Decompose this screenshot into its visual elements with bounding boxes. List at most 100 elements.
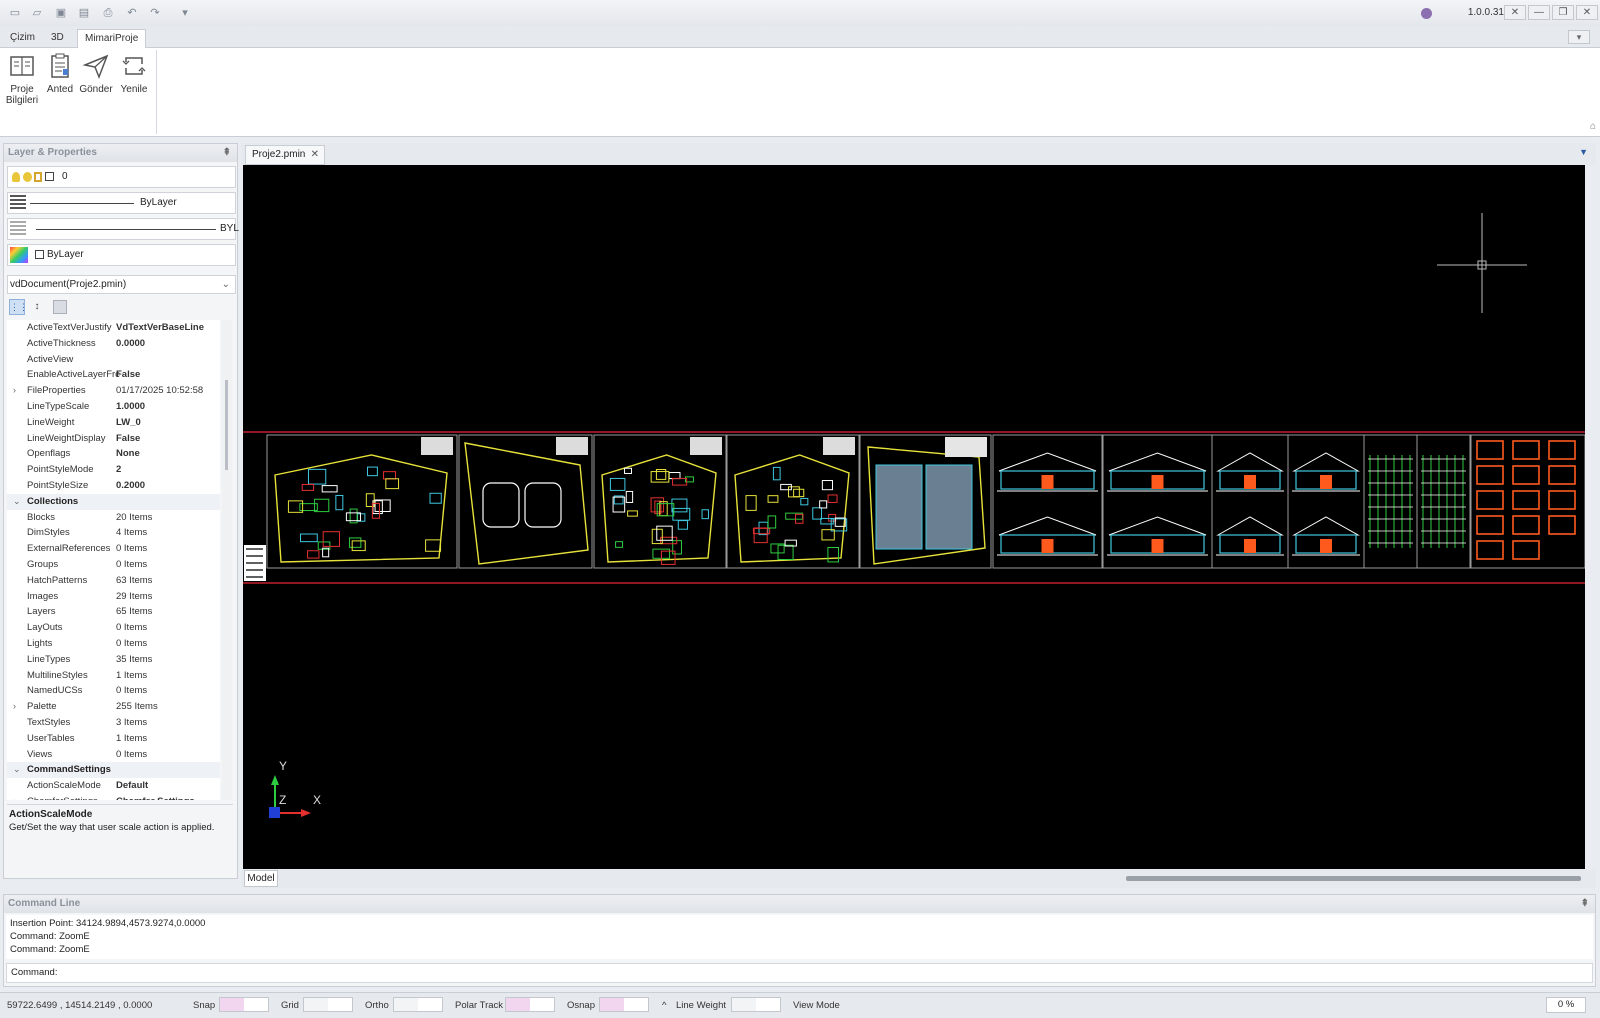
chevron-right-icon[interactable]: ›: [13, 383, 16, 399]
customize-icon[interactable]: ▾: [178, 6, 192, 20]
lineweight-selector[interactable]: BYL: [7, 218, 239, 240]
property-name: ChamferSettings: [27, 794, 98, 800]
property-row[interactable]: NamedUCSs 0 Items: [7, 683, 220, 699]
chevron-down-icon[interactable]: ⌄: [13, 494, 21, 510]
door: [1244, 475, 1256, 489]
property-value: 35 Items: [116, 653, 153, 665]
line-weight-toggle[interactable]: [731, 997, 781, 1012]
property-scrollbar[interactable]: [222, 320, 232, 800]
property-row[interactable]: Views 0 Items: [7, 747, 220, 763]
property-row[interactable]: PointStyleSize 0.2000: [7, 478, 220, 494]
property-row[interactable]: DimStyles 4 Items: [7, 525, 220, 541]
ribbon-options-icon[interactable]: ▾: [1568, 30, 1590, 44]
property-value: 0.0000: [116, 337, 146, 349]
collapse-ribbon-icon[interactable]: ⌂: [1590, 121, 1596, 132]
property-row[interactable]: Layers 65 Items: [7, 604, 220, 620]
polar-track-toggle[interactable]: [505, 997, 555, 1012]
property-row[interactable]: LineTypes 35 Items: [7, 652, 220, 668]
tab-mimariproje[interactable]: MimariProje: [77, 29, 147, 48]
roof-outline: [1216, 452, 1284, 472]
model-tab[interactable]: Model: [244, 870, 278, 887]
property-row[interactable]: › Palette 255 Items: [7, 699, 220, 715]
property-row[interactable]: › FileProperties 01/17/2025 10:52:58: [7, 383, 220, 399]
property-row[interactable]: UserTables 1 Items: [7, 731, 220, 747]
property-row[interactable]: › ChamferSettings Chamfer Settings: [7, 794, 220, 800]
color-swatch: [35, 250, 44, 259]
save-as-icon[interactable]: ▤: [77, 6, 91, 20]
document-tab[interactable]: Proje2.pmin ✕: [245, 145, 325, 165]
tab-cizim[interactable]: Çizim: [3, 29, 42, 48]
save-icon[interactable]: ▣: [54, 6, 68, 20]
chevron-right-icon[interactable]: ›: [13, 699, 16, 715]
property-row[interactable]: Blocks 20 Items: [7, 510, 220, 526]
property-row[interactable]: PointStyleMode 2: [7, 462, 220, 478]
redo-icon[interactable]: ↷: [148, 6, 162, 20]
room-outline: [624, 467, 633, 474]
property-row[interactable]: Groups 0 Items: [7, 557, 220, 573]
snap-toggle[interactable]: [219, 997, 269, 1012]
command-input[interactable]: [63, 965, 1583, 981]
layer-selector[interactable]: 0: [7, 166, 236, 188]
detail-block: [1548, 465, 1576, 485]
property-row[interactable]: LineWeightDisplay False: [7, 431, 220, 447]
chevron-down-icon[interactable]: ⌄: [13, 762, 21, 778]
drawing-canvas[interactable]: Y X Z: [243, 165, 1585, 869]
tab-3d[interactable]: 3D: [44, 29, 71, 48]
sun-icon: [23, 172, 32, 182]
horizontal-scrollbar[interactable]: [1126, 876, 1581, 881]
restore-button[interactable]: ❐: [1552, 5, 1574, 20]
command-pin-icon[interactable]: ⇞: [1581, 895, 1589, 913]
sort-alpha-icon[interactable]: ↕: [29, 299, 45, 315]
print-icon[interactable]: ⎙: [101, 6, 115, 20]
property-row[interactable]: Images 29 Items: [7, 589, 220, 605]
property-row[interactable]: ActionScaleMode Default: [7, 778, 220, 794]
property-name: DimStyles: [27, 527, 70, 539]
chevron-right-icon[interactable]: ›: [13, 794, 16, 800]
refresh-button[interactable]: Yenile: [114, 52, 154, 132]
property-row[interactable]: EnableActiveLayerFrc False: [7, 367, 220, 383]
drawing-sheet: [1470, 434, 1585, 569]
property-row[interactable]: MultilineStyles 1 Items: [7, 668, 220, 684]
property-row[interactable]: LineTypeScale 1.0000: [7, 399, 220, 415]
scroll-thumb[interactable]: [225, 380, 228, 470]
property-row[interactable]: ActiveThickness 0.0000: [7, 336, 220, 352]
history-line: Command: ZoomE: [10, 931, 90, 942]
minimize-button[interactable]: —: [1528, 5, 1550, 20]
tab-list-icon[interactable]: ▼: [1579, 147, 1588, 157]
osnap-toggle[interactable]: [599, 997, 649, 1012]
property-row[interactable]: Lights 0 Items: [7, 636, 220, 652]
detail-block: [1476, 490, 1504, 510]
view-mode-label[interactable]: View Mode: [793, 1000, 840, 1011]
document-selector[interactable]: vdDocument(Proje2.pmin) ⌄: [7, 275, 236, 294]
color-selector[interactable]: ByLayer: [7, 244, 236, 266]
pin-icon[interactable]: ⇞: [223, 144, 231, 162]
grid-toggle[interactable]: [303, 997, 353, 1012]
property-pages-icon[interactable]: [53, 300, 67, 314]
close-tab-icon[interactable]: ✕: [311, 146, 319, 164]
project-info-button[interactable]: Proje Bilgileri: [2, 52, 42, 132]
property-category[interactable]: ⌄ Collections: [7, 493, 220, 510]
close-button[interactable]: ✕: [1576, 5, 1598, 20]
property-row[interactable]: ActiveTextVerJustify VdTextVerBaseLine: [7, 320, 220, 336]
room-outline: [429, 492, 442, 504]
property-row[interactable]: ExternalReferences 0 Items: [7, 541, 220, 557]
property-row[interactable]: ActiveView: [7, 352, 220, 368]
property-grid: ActiveTextVerJustify VdTextVerBaseLine Act…: [7, 320, 220, 800]
property-row[interactable]: LineWeight LW_0: [7, 415, 220, 431]
ortho-toggle[interactable]: [393, 997, 443, 1012]
send-button[interactable]: Gönder: [76, 52, 116, 132]
open-icon[interactable]: ▱: [30, 6, 44, 20]
property-row[interactable]: HatchPatterns 63 Items: [7, 573, 220, 589]
property-category[interactable]: ⌄ CommandSettings: [7, 762, 220, 779]
property-row[interactable]: LayOuts 0 Items: [7, 620, 220, 636]
categorized-icon[interactable]: ⋮⋮: [9, 299, 28, 315]
undo-icon[interactable]: ↶: [125, 6, 139, 20]
osnap-menu-caret[interactable]: ^: [662, 1000, 666, 1011]
property-row[interactable]: Openflags None: [7, 446, 220, 462]
linetype-selector[interactable]: ByLayer: [7, 192, 236, 214]
close-doc-icon[interactable]: ✕: [1504, 5, 1526, 20]
property-row[interactable]: TextStyles 3 Items: [7, 715, 220, 731]
anted-button[interactable]: Anted: [40, 52, 80, 132]
new-icon[interactable]: ▭: [8, 6, 22, 20]
property-name: CommandSettings: [27, 764, 111, 776]
